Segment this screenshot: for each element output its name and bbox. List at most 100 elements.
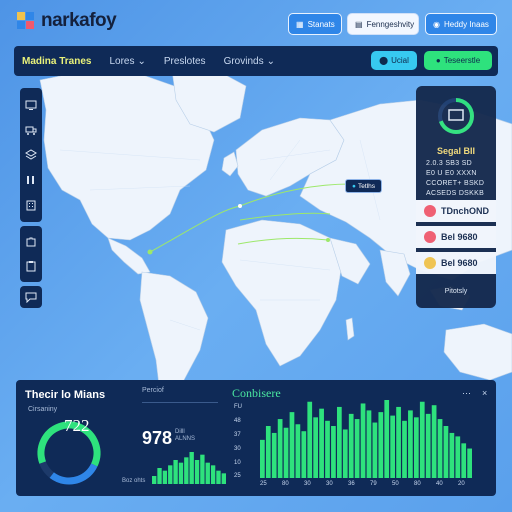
x-tick: 50 <box>392 481 399 487</box>
truck-icon[interactable] <box>24 123 38 137</box>
panel-line: 2.0.3 SB3 SD <box>426 160 473 167</box>
chevron-down-icon: ⌄ <box>266 55 275 67</box>
chart-bar <box>289 412 295 478</box>
block-row[interactable]: Bel 9680 <box>416 226 496 248</box>
fenngeshvity-button[interactable]: ▤ Fenngeshvity <box>347 13 419 35</box>
ucial-label: Ucial <box>391 56 409 65</box>
more-icon[interactable]: ⋯ <box>462 388 471 399</box>
chat-icon[interactable] <box>24 290 38 304</box>
nav-item-lores[interactable]: Lores ⌄ <box>109 56 145 67</box>
chart-bar <box>173 460 178 484</box>
pin-icon: ● <box>352 182 356 190</box>
y-tick: 48 <box>234 418 241 424</box>
stat-footer: Boz ohts <box>122 478 146 484</box>
logo: narkafoy <box>17 10 117 32</box>
y-tick: 25 <box>234 473 241 479</box>
alert-row-value: TDnchOND <box>441 206 489 216</box>
mini-bar-chart <box>152 452 226 484</box>
chart-bar <box>260 439 265 478</box>
chart-bar <box>319 408 324 478</box>
x-tick: 30 <box>304 481 311 487</box>
fenngeshvity-label: Fenngeshvity <box>366 19 415 29</box>
columns-icon[interactable] <box>24 173 38 187</box>
chart-bar <box>396 406 401 478</box>
panel-subtitle: Cirsaniny <box>28 406 58 413</box>
heddy-inaas-button[interactable]: ◉ Heddy Inaas <box>425 13 497 35</box>
divider <box>142 402 218 403</box>
stat-value: 978 <box>142 428 173 448</box>
alert-row[interactable]: TDnchOND <box>416 200 496 222</box>
close-icon[interactable]: × <box>482 388 487 398</box>
chart-bar <box>378 412 384 478</box>
teseerstle-label: Teseerstle <box>443 56 481 65</box>
chart-bar <box>425 413 431 478</box>
sidebar-group-chat <box>20 286 42 308</box>
teseerstle-chip[interactable]: ● Teseerstle <box>424 51 492 70</box>
chart-bar <box>331 426 336 478</box>
x-tick: 25 <box>260 481 267 487</box>
chart-bar <box>443 426 449 478</box>
chart-bar <box>449 432 455 478</box>
x-tick: 20 <box>458 481 465 487</box>
sidebar-group-tools <box>20 88 42 222</box>
chart-bar <box>205 462 210 484</box>
chart-bar <box>402 420 407 478</box>
calendar-icon: ▤ <box>355 19 363 29</box>
sun-row[interactable]: Bel 9680 <box>416 252 496 274</box>
stat-sub-line: ALNNS <box>175 436 196 442</box>
status-panel: Segal BII 2.0.3 SB3 SD E0 U E0 XXXN CCOR… <box>416 86 496 308</box>
logo-mark-icon <box>17 12 35 30</box>
map-callout[interactable]: ● Tetlhs <box>345 179 382 193</box>
callout-label: Tetlhs <box>357 182 375 190</box>
panel-title: Thecir lo Mians <box>25 389 106 401</box>
stat-label: Perciof <box>142 387 164 394</box>
chart-bar <box>189 452 194 484</box>
bell-icon: ◉ <box>433 19 440 29</box>
chart-bar <box>283 427 289 478</box>
chart-bar <box>265 426 271 478</box>
pin-icon: ⬤ <box>379 56 389 65</box>
chart-bar <box>372 422 378 478</box>
chart-bar <box>168 465 173 484</box>
nav-item-madina-tranes[interactable]: Madina Tranes <box>22 56 91 67</box>
nav-label: Preslotes <box>163 55 206 67</box>
stat-sub-line: Dilll <box>175 429 185 435</box>
y-tick: 10 <box>234 460 241 466</box>
chart-bar <box>360 403 366 478</box>
block-row-value: Bel 9680 <box>441 232 478 242</box>
chart-bar <box>461 443 467 478</box>
sun-icon <box>424 257 436 269</box>
top-bar: narkafoy ▦ Stanats ▤ Fenngeshvity ◉ Hedd… <box>0 0 512 46</box>
block-icon <box>424 231 436 243</box>
chart-bar <box>152 476 157 484</box>
panel-footer[interactable]: Pitotsly <box>416 288 496 295</box>
grid-icon: ▦ <box>296 19 304 29</box>
chart-bar <box>455 436 461 478</box>
chart-bar <box>301 431 307 478</box>
nav-label: Lores <box>109 55 135 67</box>
chart-bar <box>348 413 354 478</box>
y-tick: 37 <box>234 432 241 438</box>
layers-icon[interactable] <box>24 148 38 162</box>
clipboard-icon[interactable] <box>24 259 38 273</box>
nav-label: Grovinds <box>223 55 264 67</box>
chart-bar <box>384 400 390 478</box>
chart-bar <box>162 470 168 484</box>
monitor-icon[interactable] <box>24 98 38 112</box>
nav-item-grovinds[interactable]: Grovinds ⌄ <box>224 56 275 67</box>
chart-bar <box>467 448 472 478</box>
chart-bar <box>277 419 283 478</box>
puzzle-icon[interactable] <box>24 235 38 249</box>
x-tick: 30 <box>326 481 333 487</box>
ucial-chip[interactable]: ⬤ Ucial <box>371 51 417 70</box>
chart-bar <box>437 419 443 478</box>
chart-bar <box>295 424 301 478</box>
chart-bar <box>342 429 348 478</box>
chart-bar <box>216 470 221 484</box>
nav-item-preslotes[interactable]: Preslotes <box>164 56 206 67</box>
stanats-button[interactable]: ▦ Stanats <box>288 13 342 35</box>
stat-sub: Dilll ALNNS <box>175 429 195 443</box>
status-ring <box>438 98 474 134</box>
x-tick: 79 <box>370 481 377 487</box>
building-icon[interactable] <box>24 198 38 212</box>
